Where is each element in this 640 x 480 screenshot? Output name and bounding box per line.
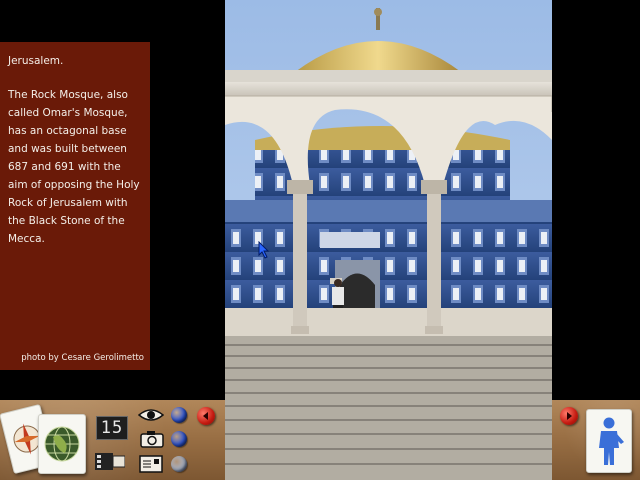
arrow-left-icon bbox=[203, 412, 208, 420]
photo-credit: photo by Cesare Gerolimetto bbox=[21, 353, 144, 363]
mouse-cursor-icon bbox=[258, 241, 270, 259]
caption-title: Jerusalem. bbox=[8, 55, 64, 67]
film-icon[interactable] bbox=[95, 450, 125, 472]
bead-button-1[interactable] bbox=[171, 407, 187, 423]
caption-panel: Jerusalem. The Rock Mosque, also called … bbox=[0, 42, 150, 370]
eye-icon[interactable] bbox=[138, 407, 164, 423]
main-photo bbox=[225, 0, 552, 480]
globe-icon bbox=[44, 426, 80, 462]
bead-button-2[interactable] bbox=[171, 431, 187, 447]
arrow-right-icon bbox=[567, 412, 572, 420]
next-button[interactable] bbox=[560, 407, 578, 425]
guide-button[interactable] bbox=[586, 409, 632, 473]
postcard-icon[interactable] bbox=[139, 455, 163, 473]
globe-button[interactable] bbox=[38, 414, 86, 474]
previous-button[interactable] bbox=[197, 407, 215, 425]
bead-button-3[interactable] bbox=[171, 456, 187, 472]
caption-text: The Rock Mosque, also called Omar's Mosq… bbox=[8, 89, 140, 245]
page-counter: 15 bbox=[96, 416, 128, 440]
camera-icon[interactable] bbox=[140, 430, 164, 448]
person-icon bbox=[599, 417, 624, 465]
